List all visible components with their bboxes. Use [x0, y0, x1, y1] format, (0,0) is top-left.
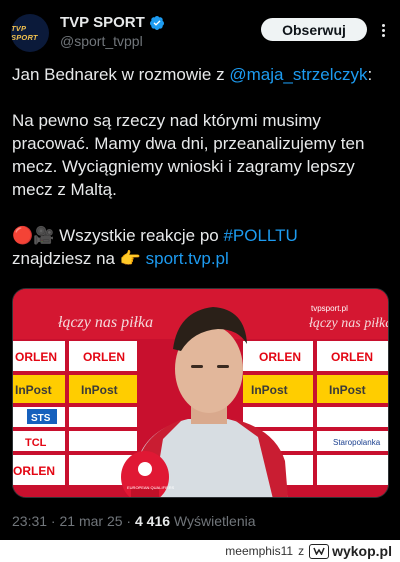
views-count: 4 416 [135, 513, 171, 529]
tweet-meta: 23:31 · 21 mar 25 · 4 416 Wyświetlenia [12, 513, 256, 529]
svg-text:ORLEN: ORLEN [13, 464, 55, 478]
svg-text:ORLEN: ORLEN [331, 350, 373, 364]
tweet-card: TVP SPORT TVP SPORT @sport_tvppl Obserwu… [0, 0, 400, 540]
more-options-icon[interactable] [374, 20, 392, 40]
svg-text:STS: STS [31, 413, 51, 424]
interview-image: łączy nas piłka tvpsport.pl łączy nas pi… [13, 289, 389, 497]
wykop-logo: wykop.pl [309, 543, 392, 559]
red-circle-camera-emoji: 🔴🎥 [12, 226, 55, 245]
tweet-paragraph-3: 🔴🎥 Wszystkie reakcje po #POLLTU [12, 226, 298, 245]
avatar[interactable]: TVP SPORT [11, 14, 49, 52]
tweet-text: Jan Bednarek w rozmowie z @maja_strzelcz… [12, 63, 397, 270]
hashtag-link[interactable]: #POLLTU [223, 226, 297, 245]
views-label: Wyświetlenia [170, 513, 256, 529]
follow-button[interactable]: Obserwuj [261, 18, 367, 41]
tweet-paragraph-4: znajdziesz na 👉 sport.tvp.pl [12, 249, 229, 268]
url-link[interactable]: sport.tvp.pl [146, 249, 229, 268]
mention-link[interactable]: @maja_strzelczyk [229, 65, 367, 84]
tweet-paragraph-2: Na pewno są rzeczy nad którymi musimy pr… [12, 111, 365, 199]
svg-text:ORLEN: ORLEN [15, 350, 57, 364]
svg-text:InPost: InPost [81, 383, 118, 397]
site-text: tvpsport.pl [311, 304, 348, 313]
wykop-logo-icon [309, 543, 330, 559]
author-name[interactable]: TVP SPORT [60, 14, 145, 31]
watermark-user: meemphis11 [225, 544, 294, 558]
svg-text:ORLEN: ORLEN [259, 350, 301, 364]
video-thumbnail[interactable]: łączy nas piłka tvpsport.pl łączy nas pi… [12, 288, 389, 498]
svg-text:InPost: InPost [329, 383, 366, 397]
watermark-z: z [298, 544, 305, 558]
watermark-site: wykop.pl [332, 543, 392, 559]
watermark-bar: meemphis11 z wykop.pl [0, 540, 400, 562]
pointing-hand-emoji: 👉 [119, 249, 141, 268]
svg-text:ORLEN: ORLEN [83, 350, 125, 364]
avatar-logo-text: TVP SPORT [11, 24, 38, 42]
banner-text-left: łączy nas piłka [58, 314, 153, 331]
svg-text:InPost: InPost [251, 383, 288, 397]
svg-text:Staropolanka: Staropolanka [333, 438, 381, 447]
post-time[interactable]: 23:31 [12, 513, 47, 529]
sponsor-wall-left: ORLEN ORLEN InPost InPost STS TCL ORLEN [13, 341, 137, 485]
author-name-row[interactable]: TVP SPORT [60, 14, 165, 31]
banner-text-right: łączy nas piłka [309, 316, 389, 331]
tweet-line-1: Jan Bednarek w rozmowie z @maja_strzelcz… [12, 65, 373, 84]
svg-text:TCL: TCL [25, 437, 47, 449]
verified-badge-icon [149, 15, 164, 30]
author-handle[interactable]: @sport_tvppl [60, 33, 143, 49]
svg-text:EUROPEAN QUALIFIERS: EUROPEAN QUALIFIERS [127, 485, 175, 490]
post-date[interactable]: 21 mar 25 [60, 513, 123, 529]
svg-text:InPost: InPost [15, 383, 52, 397]
